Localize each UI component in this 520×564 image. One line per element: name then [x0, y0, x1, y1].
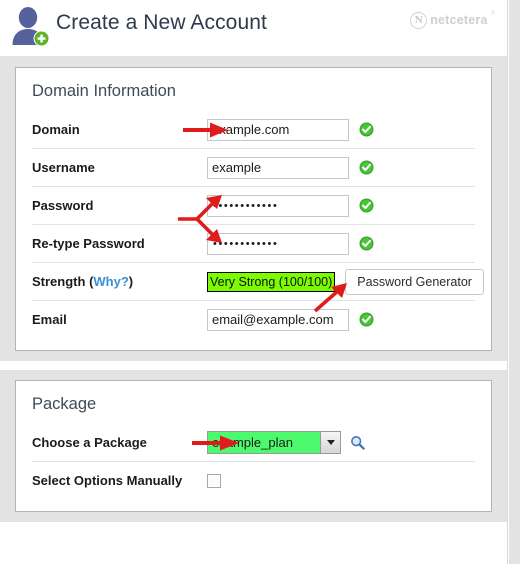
netcetera-logo: N netcetera ® — [410, 10, 495, 30]
select-options-manually-checkbox[interactable] — [207, 473, 221, 488]
green-check-icon — [359, 160, 374, 175]
retype-password-input[interactable]: •••••••••••• — [207, 232, 349, 255]
domain-input[interactable] — [207, 118, 349, 141]
package-band: Package Choose a Package example_plan Se… — [0, 370, 507, 522]
row-retype-password: Re-type Password •••••••••••• — [32, 225, 475, 263]
label-email: Email — [32, 312, 67, 327]
section-spacer — [0, 361, 507, 370]
package-select[interactable]: example_plan — [207, 431, 341, 454]
domain-information-title: Domain Information — [32, 82, 176, 100]
package-select-value: example_plan — [212, 435, 293, 450]
password-input[interactable]: •••••••••••• — [207, 194, 349, 217]
password-strength-indicator: Very Strong (100/100) — [207, 271, 336, 292]
row-email: Email — [32, 301, 475, 338]
package-title: Package — [32, 395, 97, 413]
label-strength-paren-close: ) — [128, 274, 134, 289]
label-username: Username — [32, 160, 95, 175]
row-domain: Domain — [32, 111, 475, 149]
label-retype-password: Re-type Password — [32, 236, 145, 251]
netcetera-wordmark: netcetera — [430, 13, 488, 27]
label-domain: Domain — [32, 122, 80, 137]
page-scrollbar-gutter[interactable] — [509, 0, 520, 564]
label-password: Password — [32, 198, 94, 213]
row-choose-a-package: Choose a Package example_plan — [32, 424, 475, 462]
package-rows: Choose a Package example_plan Select Opt… — [16, 424, 491, 511]
page-header: Create a New Account N netcetera ® — [0, 0, 507, 57]
label-choose-a-package: Choose a Package — [32, 435, 147, 450]
domain-information-panel: Domain Information Domain example.com Us… — [15, 67, 492, 351]
green-check-icon — [359, 312, 374, 327]
green-check-icon — [359, 122, 374, 137]
magnifier-icon[interactable] — [350, 435, 365, 450]
page-container: Create a New Account N netcetera ® Domai… — [0, 0, 508, 564]
chevron-down-icon[interactable] — [320, 432, 340, 453]
domain-information-band: Domain Information Domain example.com Us… — [0, 57, 507, 361]
label-select-options-manually: Select Options Manually — [32, 473, 183, 488]
why-link[interactable]: Why? — [93, 274, 128, 289]
green-check-icon — [359, 198, 374, 213]
package-panel: Package Choose a Package example_plan Se… — [15, 380, 492, 512]
row-strength: Strength (Why?) Very Strong (100/100) Pa… — [32, 263, 484, 313]
row-select-options-manually: Select Options Manually — [32, 462, 475, 499]
email-input[interactable] — [207, 308, 349, 331]
row-username: Username — [32, 149, 475, 187]
username-input[interactable] — [207, 156, 349, 179]
netcetera-trademark: ® — [490, 11, 495, 17]
label-strength-text: Strength — [32, 274, 86, 289]
user-add-icon — [9, 5, 53, 47]
password-generator-button[interactable]: Password Generator — [345, 268, 484, 295]
row-password: Password •••••••••••• — [32, 187, 475, 243]
domain-information-rows: Domain example.com Username example Pass… — [16, 111, 491, 350]
page-title: Create a New Account — [56, 11, 267, 34]
green-check-icon — [359, 236, 374, 251]
netcetera-mark-icon: N — [410, 11, 428, 29]
label-strength: Strength (Why?) — [32, 274, 207, 289]
